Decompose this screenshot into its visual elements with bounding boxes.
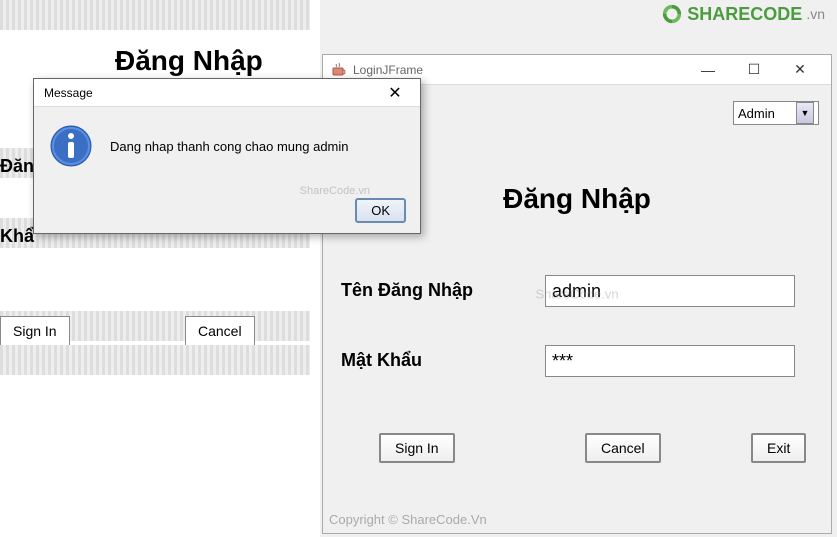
window-title: LoginJFrame (353, 63, 685, 77)
message-titlebar: Message ✕ (34, 79, 420, 107)
minimize-button[interactable]: — (685, 55, 731, 85)
bg-heading: Đăng Nhập (115, 45, 263, 77)
username-input[interactable] (545, 275, 795, 307)
username-label: Tên Đăng Nhập (341, 280, 473, 301)
password-label: Mật Khẩu (341, 350, 422, 371)
message-close-button[interactable]: ✕ (380, 83, 410, 103)
message-title: Message (44, 86, 380, 100)
maximize-button[interactable]: ☐ (731, 55, 777, 85)
bg-signin-button[interactable]: Sign In (0, 316, 70, 346)
close-button[interactable]: ✕ (777, 55, 823, 85)
password-input[interactable] (545, 345, 795, 377)
copyright-text: Copyright © ShareCode.Vn (329, 512, 487, 527)
message-dialog: Message ✕ Dang nhap thanh cong chao mung… (33, 78, 421, 234)
info-icon (50, 125, 92, 167)
role-select[interactable]: Admin ▼ (733, 101, 819, 125)
java-app-icon (331, 62, 347, 78)
bg-username-label-partial: Đăn (0, 156, 34, 177)
bg-password-label-partial: Khẩ (0, 226, 34, 247)
signin-button[interactable]: Sign In (379, 433, 455, 463)
cancel-button[interactable]: Cancel (585, 433, 661, 463)
sharecode-logo-icon (661, 3, 683, 25)
message-ok-button[interactable]: OK (355, 198, 406, 223)
dropdown-arrow-icon: ▼ (796, 102, 814, 124)
exit-button[interactable]: Exit (751, 433, 806, 463)
role-select-value: Admin (738, 106, 775, 121)
logo-text: SHARECODE (687, 4, 802, 25)
sharecode-logo: SHARECODE.vn (661, 3, 825, 25)
message-watermark: ShareCode.vn (300, 185, 370, 197)
logo-suffix: .vn (806, 6, 825, 22)
message-text: Dang nhap thanh cong chao mung admin (110, 139, 349, 154)
bg-cancel-button[interactable]: Cancel (185, 316, 255, 346)
